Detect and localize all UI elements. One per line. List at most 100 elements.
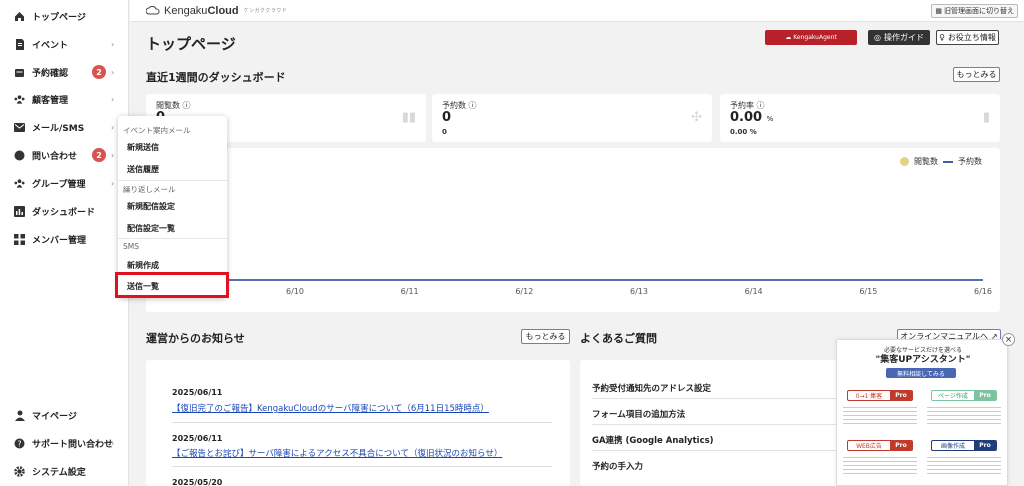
sidebar-item-dashboard[interactable]: ダッシュボード xyxy=(0,198,129,224)
stat-value: 0.00 % xyxy=(730,110,774,125)
dashboard-more-button[interactable]: もっとみる xyxy=(953,67,1000,82)
news-link[interactable]: 【ご報告とお詫び】サーバ障害によるアクセス不具合について（復旧状況のお知らせ） xyxy=(172,447,502,459)
promo-card-text xyxy=(843,454,917,474)
sidebar-item-top[interactable]: トップページ xyxy=(0,3,129,29)
faq-item[interactable]: 予約の手入力 xyxy=(592,460,840,472)
useful-info-button[interactable]: ♀ お役立ち情報 xyxy=(936,30,999,45)
users-icon: ✣ xyxy=(691,110,702,125)
faq-item[interactable]: GA連携 (Google Analytics) xyxy=(592,434,840,446)
promo-cta-button[interactable]: 無料相談してみる xyxy=(886,368,956,378)
info-icon: ⓘ xyxy=(756,101,765,110)
promo-card[interactable]: 画像作成 Pro xyxy=(925,434,1003,478)
promo-card-badge: 0→1 集客 Pro xyxy=(847,390,913,401)
promo-card-text xyxy=(927,454,1001,474)
divider xyxy=(118,238,227,239)
submenu-item-send-history[interactable]: 送信履歴 xyxy=(127,164,159,175)
divider xyxy=(118,180,227,181)
calendar-icon xyxy=(14,67,25,78)
sidebar-item-label: グループ管理 xyxy=(32,179,86,190)
divider xyxy=(172,466,552,467)
chevron-right-icon: › xyxy=(111,150,115,160)
dashboard-title: 直近1週間のダッシュボード xyxy=(146,71,286,84)
x-tick-label: 6/13 xyxy=(630,287,648,296)
switch-icon: ▦ xyxy=(935,7,942,15)
sidebar-item-label: システム設定 xyxy=(32,467,86,478)
promo-card-text xyxy=(843,404,917,424)
promo-card[interactable]: WEB広告 Pro xyxy=(841,434,919,478)
faq-title: よくあるご質問 xyxy=(580,332,657,345)
sidebar-item-event[interactable]: イベント › xyxy=(0,31,129,57)
users-icon xyxy=(14,94,25,105)
chart-icon xyxy=(14,205,25,217)
chevron-right-icon: › xyxy=(111,94,115,104)
submenu-item-sms-new[interactable]: 新規作成 xyxy=(127,260,159,271)
promo-card-badge: 画像作成 Pro xyxy=(931,440,997,451)
x-tick-label: 6/14 xyxy=(744,287,763,296)
kengaku-agent-button[interactable]: ☁ KengakuAgent xyxy=(765,30,857,45)
chevron-right-icon: › xyxy=(111,178,115,188)
divider xyxy=(592,398,840,399)
dashboard-chart: 閲覧数 予約数 6/10 6/11 6/12 6/13 6/14 6/15 6/16 xyxy=(146,148,1000,312)
user-icon xyxy=(14,410,25,421)
switch-old-admin-button[interactable]: ▦ 旧管理画面に切り替え xyxy=(931,4,1018,18)
cloud-icon: ☁ xyxy=(785,34,792,41)
grid-icon xyxy=(14,233,25,245)
promo-card[interactable]: ページ作成 Pro xyxy=(925,384,1003,428)
compass-icon: ◎ xyxy=(874,33,881,42)
brand-logo[interactable]: KengakuCloud ケンガククラウド xyxy=(146,5,287,17)
sidebar-item-reservation[interactable]: 予約確認 2 › xyxy=(0,59,129,85)
useful-label: お役立ち情報 xyxy=(947,33,996,42)
legend-swatch-reservations xyxy=(943,160,953,163)
cloud-icon xyxy=(146,6,160,15)
page-title: トップページ xyxy=(146,35,236,53)
sidebar-item-system-settings[interactable]: システム設定 xyxy=(0,458,129,484)
submenu-item-new-schedule[interactable]: 新規配信設定 xyxy=(127,201,175,212)
submenu-item-new-send[interactable]: 新規送信 xyxy=(127,142,159,153)
news-more-button[interactable]: もっとみる xyxy=(521,329,570,344)
chevron-right-icon: › xyxy=(111,67,115,77)
chat-icon xyxy=(14,150,25,161)
faq-item[interactable]: 予約受付通知先のアドレス設定 xyxy=(592,382,840,394)
divider xyxy=(172,422,552,423)
faq-item[interactable]: フォーム項目の追加方法 xyxy=(592,408,840,420)
news-link[interactable]: 【復旧完了のご報告】KengakuCloudのサーバ障害について（6月11日15… xyxy=(172,402,489,414)
x-tick-label: 6/10 xyxy=(286,287,304,296)
agent-label: KengakuAgent xyxy=(793,34,837,41)
chevron-right-icon: › xyxy=(111,39,115,49)
mail-icon xyxy=(14,122,25,133)
chevron-right-icon: › xyxy=(111,122,115,132)
sidebar-item-groups[interactable]: グループ管理 › xyxy=(0,170,129,196)
news-date: 2025/05/20 xyxy=(172,478,223,486)
submenu-item-schedule-list[interactable]: 配信設定一覧 xyxy=(127,223,175,234)
sidebar-item-label: マイページ xyxy=(32,411,77,422)
sidebar-item-label: メール/SMS xyxy=(32,123,85,134)
lightbulb-icon: ♀ xyxy=(939,33,945,42)
home-icon xyxy=(14,11,25,22)
operation-guide-button[interactable]: ◎ 操作ガイド xyxy=(868,30,930,45)
promo-banner[interactable]: 必要なサービスだけを選べる "集客UPアシスタント" 無料相談してみる 0→1 … xyxy=(836,339,1008,486)
sidebar-item-customers[interactable]: 顧客管理 › xyxy=(0,86,129,112)
legend-label-views: 閲覧数 xyxy=(914,157,938,166)
sidebar-item-label: 予約確認 xyxy=(32,68,69,79)
promo-title: "集客UPアシスタント" xyxy=(875,355,971,365)
sidebar-item-support[interactable]: ? サポート問い合わせ › xyxy=(0,430,129,456)
promo-card-badge: WEB広告 Pro xyxy=(847,440,913,451)
promo-card[interactable]: 0→1 集客 Pro xyxy=(841,384,919,428)
sidebar-item-mail-sms[interactable]: メール/SMS › xyxy=(0,114,129,140)
sidebar-item-label: サポート問い合わせ xyxy=(32,439,114,450)
stat-card-reservations: 予約数 ⓘ 0 0 ✣ xyxy=(432,94,712,142)
sidebar-item-inquiries[interactable]: 問い合わせ 2 › xyxy=(0,142,129,168)
sidebar-item-mypage[interactable]: マイページ xyxy=(0,402,129,428)
sidebar-item-label: メンバー管理 xyxy=(32,235,87,246)
close-icon[interactable]: × xyxy=(1002,333,1015,346)
guide-label: 操作ガイド xyxy=(883,33,924,42)
document-icon xyxy=(14,38,25,50)
bar-chart-icon: ▮▮ xyxy=(401,110,416,125)
faq-list: 予約受付通知先のアドレス設定 フォーム項目の追加方法 GA連携 (Google … xyxy=(580,360,840,486)
news-title: 運営からのお知らせ xyxy=(146,332,245,345)
sidebar: トップページ イベント › 予約確認 2 › 顧客管理 › メール/SMS › … xyxy=(0,0,129,486)
sidebar-item-members[interactable]: メンバー管理 xyxy=(0,226,129,252)
chevron-right-icon: › xyxy=(111,438,115,448)
submenu-header: イベント案内メール xyxy=(123,126,191,135)
mail-sms-submenu: イベント案内メール 新規送信 送信履歴 繰り返しメール 新規配信設定 配信設定一… xyxy=(118,116,227,298)
